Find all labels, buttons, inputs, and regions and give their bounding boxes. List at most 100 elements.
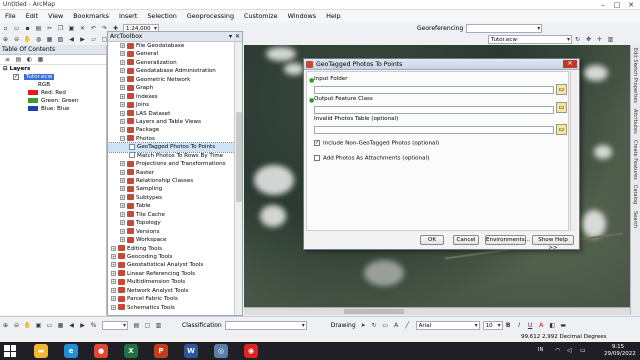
collapse-icon[interactable]: ⊟ [3, 66, 10, 72]
expand-icon[interactable]: + [120, 220, 125, 226]
toolbox-item[interactable]: + Tile Cache [108, 211, 235, 219]
menu-windows[interactable]: Windows [283, 10, 322, 23]
focus-frame-icon[interactable]: ▢ [143, 321, 152, 330]
toggle-draft-icon[interactable]: ▤ [132, 321, 141, 330]
expand-icon[interactable]: + [111, 253, 116, 259]
underline-button[interactable]: U [526, 321, 535, 330]
word-icon[interactable]: W [184, 344, 198, 358]
toolbox-item[interactable]: + Sampling [108, 185, 235, 193]
layout-back-icon[interactable]: ◀ [67, 321, 76, 330]
expand-icon[interactable]: + [120, 161, 125, 167]
select-features-icon[interactable]: ▱ [89, 35, 98, 44]
toolbox-item[interactable]: + Workspace [108, 236, 235, 244]
chrome-icon[interactable]: ● [94, 344, 108, 358]
browse-output-icon[interactable]: ▭ [556, 102, 567, 113]
show-help-button[interactable]: Show Help >> [532, 235, 574, 251]
layout-zoom-out-icon[interactable]: ⊖ [12, 321, 21, 330]
classification-dropdown[interactable] [224, 321, 307, 330]
cut-icon[interactable]: ✂ [45, 24, 54, 33]
expand-icon[interactable]: + [120, 93, 125, 99]
toc-layers-root[interactable]: ⊟ Layers [0, 65, 106, 73]
select-elements-icon[interactable]: ➤ [359, 321, 368, 330]
battery-icon[interactable]: ▭ [580, 347, 586, 354]
italic-button[interactable]: I [515, 321, 524, 330]
environments-button[interactable]: Environments... [485, 235, 530, 245]
tab-catalog[interactable]: Catalog [632, 185, 638, 204]
expand-icon[interactable]: + [120, 68, 125, 74]
pan-icon[interactable]: ✋ [23, 35, 32, 44]
layout-zoom-in-icon[interactable]: ⊕ [1, 321, 10, 330]
maximize-button[interactable]: □ [610, 0, 624, 10]
toolbox-item[interactable]: + Geodatabase Administration [108, 67, 235, 75]
toc-layer-row[interactable]: ✓ Tutor.ecw [0, 73, 106, 81]
menu-view[interactable]: View [43, 10, 68, 23]
font-color-icon[interactable]: A [537, 321, 546, 330]
toolbox-item[interactable]: + Geostatistical Analyst Tools [108, 261, 235, 269]
expand-icon[interactable]: + [120, 102, 125, 108]
layout-page-icon[interactable]: ▭ [45, 321, 54, 330]
layer-name[interactable]: Tutor.ecw [23, 74, 55, 80]
toolbox-item[interactable]: + LAS Dataset [108, 110, 235, 118]
layout-pan-icon[interactable]: ✋ [23, 321, 32, 330]
expand-icon[interactable]: + [120, 186, 125, 192]
menu-selection[interactable]: Selection [142, 10, 181, 23]
output-feature-class-field[interactable] [314, 106, 554, 114]
language-indicator[interactable]: IN [538, 347, 543, 353]
tab-edit-sketch-properties[interactable]: Edit Sketch Properties [632, 48, 638, 103]
expand-icon[interactable]: + [120, 169, 125, 175]
dialog-scrollbar[interactable] [570, 71, 577, 231]
toolbox-item[interactable]: + Generalization [108, 59, 235, 67]
tab-attributes[interactable]: Attributes [632, 109, 638, 134]
menu-file[interactable]: File [0, 10, 21, 23]
expand-icon[interactable]: + [120, 127, 125, 133]
expand-icon[interactable]: + [120, 211, 125, 217]
browse-folder-icon[interactable]: ▭ [556, 84, 567, 95]
toolbox-item[interactable]: + Versions [108, 228, 235, 236]
expand-icon[interactable]: + [120, 43, 125, 48]
layout-zoom-whole-icon[interactable]: ▦ [56, 321, 65, 330]
expand-icon[interactable]: + [120, 194, 125, 200]
toolbox-close-icon[interactable]: ✕ [235, 32, 240, 42]
tab-create-features[interactable]: Create Features [632, 140, 638, 180]
expand-icon[interactable]: + [111, 296, 116, 302]
shift-icon[interactable]: ✥ [584, 35, 593, 44]
list-by-source-icon[interactable]: ▤ [14, 55, 23, 64]
toolbox-item[interactable]: + File Geodatabase [108, 42, 235, 50]
text-icon[interactable]: A [392, 321, 401, 330]
toolbox-item[interactable]: + Indexes [108, 93, 235, 101]
toolbox-scroll-thumb[interactable] [236, 112, 242, 202]
close-button[interactable]: ✕ [624, 0, 638, 10]
expand-icon[interactable]: + [120, 237, 125, 243]
toolbox-item[interactable]: + Editing Tools [108, 245, 235, 253]
arcmap-icon[interactable]: ◎ [214, 344, 228, 358]
toolbox-item[interactable]: + Topology [108, 219, 235, 227]
pin-icon[interactable]: ▾ [229, 32, 232, 42]
add-attachments-row[interactable]: Add Photos As Attachments (optional) [314, 155, 429, 162]
expand-icon[interactable]: + [111, 262, 116, 268]
toolbox-item[interactable]: + Subtypes [108, 194, 235, 202]
toolbox-item[interactable]: + Projections and Transformations [108, 160, 235, 168]
bold-button[interactable]: B [504, 321, 513, 330]
browse-table-icon[interactable]: ▭ [556, 124, 567, 135]
add-control-points-icon[interactable]: ✛ [595, 35, 604, 44]
fill-color-icon[interactable]: ◧ [548, 321, 557, 330]
collapse-icon[interactable]: − [120, 135, 125, 141]
save-icon[interactable]: ▪ [23, 24, 32, 33]
dialog-close-icon[interactable]: ✕ [563, 60, 577, 68]
menu-customize[interactable]: Customize [239, 10, 283, 23]
line-color-icon[interactable]: ▬ [559, 321, 568, 330]
toolbox-item[interactable]: + Table [108, 202, 235, 210]
clock-date[interactable]: 29/09/2022 [604, 351, 636, 357]
powerpoint-icon[interactable]: P [154, 344, 168, 358]
toolbox-item[interactable]: + Package [108, 126, 235, 134]
fixed-zoom-out-icon[interactable]: ▧ [56, 35, 65, 44]
open-icon[interactable]: ▭ [12, 24, 21, 33]
copy-icon[interactable]: ❐ [56, 24, 65, 33]
delete-icon[interactable]: ✕ [78, 24, 87, 33]
list-by-selection-icon[interactable]: ▦ [36, 55, 45, 64]
toolbox-item[interactable]: + Linear Referencing Tools [108, 270, 235, 278]
toolbox-item[interactable]: + Graph [108, 84, 235, 92]
toolbox-item[interactable]: + Schematics Tools [108, 304, 235, 312]
toolbox-item[interactable]: + Multidimension Tools [108, 278, 235, 286]
layout-forward-icon[interactable]: ▶ [78, 321, 87, 330]
